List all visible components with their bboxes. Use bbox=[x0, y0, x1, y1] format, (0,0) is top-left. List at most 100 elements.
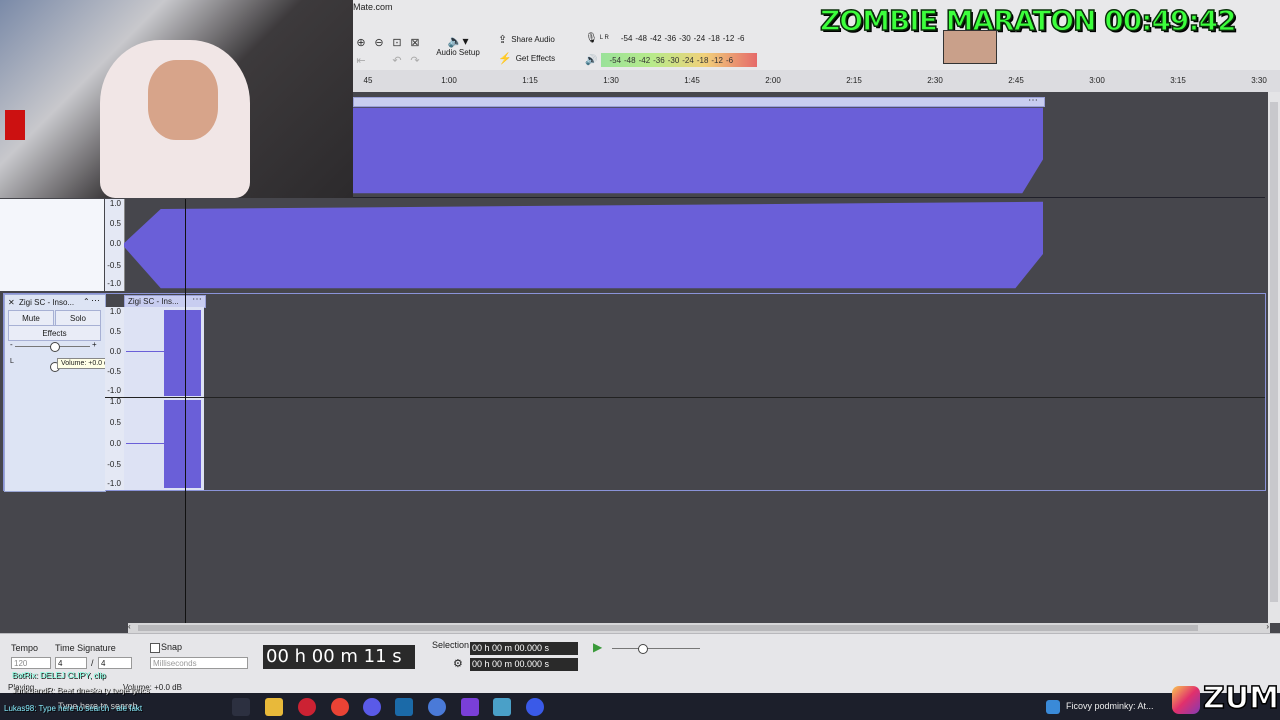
pan-left-label: L bbox=[10, 358, 14, 365]
meter-scale: -54 -48 -42 -36 -30 -24 -18 -12 -6 bbox=[621, 34, 745, 43]
zoom-in-icon[interactable]: ⊕ bbox=[353, 34, 369, 50]
ruler-tick: 3:30 bbox=[1251, 76, 1267, 85]
time-signature-label: Time Signature bbox=[55, 643, 116, 653]
zoom-out-icon[interactable]: ⊖ bbox=[371, 34, 387, 50]
playback-speed-handle[interactable] bbox=[638, 644, 648, 654]
speaker-meter-icon: 🔊 bbox=[585, 54, 598, 66]
steam-icon[interactable] bbox=[395, 698, 413, 716]
meter-tick: -42 bbox=[649, 33, 662, 43]
effects-button[interactable]: Effects bbox=[8, 325, 101, 341]
gain-slider-handle[interactable] bbox=[50, 342, 60, 352]
overlay-face-image bbox=[943, 30, 997, 64]
track-1-waveform-left[interactable] bbox=[353, 107, 1043, 194]
meter-channels: L R bbox=[599, 35, 609, 41]
share-audio-label: Share Audio bbox=[511, 35, 555, 44]
track-1-clip-header[interactable]: ⋯ bbox=[353, 95, 1045, 107]
ruler-tick: 2:15 bbox=[846, 76, 862, 85]
meter-tick: -36 bbox=[664, 33, 677, 43]
ruler-tick: 2:30 bbox=[927, 76, 943, 85]
axis-label: 0.0 bbox=[109, 239, 121, 248]
twitch-icon[interactable] bbox=[461, 698, 479, 716]
chat-message: BotRix: DELEJ CLIPY, clip bbox=[12, 671, 106, 680]
chat-message: Lukas98: Type here to search - ale fakt bbox=[4, 704, 143, 713]
empty-track-area[interactable] bbox=[0, 492, 1280, 622]
chrome-icon[interactable] bbox=[331, 698, 349, 716]
window-icon[interactable] bbox=[1046, 700, 1060, 714]
solo-button[interactable]: Solo bbox=[55, 310, 101, 326]
track-2-waveform-right[interactable] bbox=[164, 400, 201, 488]
ruler-tick: 2:00 bbox=[765, 76, 781, 85]
scroll-left-icon[interactable]: ‹ bbox=[128, 622, 131, 631]
meter-scale: -54 -48 -42 -36 -30 -24 -18 -12 -6 bbox=[609, 56, 733, 65]
channel-divider bbox=[105, 397, 1265, 398]
ruler-tick: 3:00 bbox=[1089, 76, 1105, 85]
clip-menu-icon[interactable]: ⋯ bbox=[192, 294, 202, 305]
red-light bbox=[5, 110, 25, 140]
track-2-waveform-left[interactable] bbox=[164, 310, 201, 396]
meter-tick: -12 bbox=[722, 33, 735, 43]
axis-label: 0.5 bbox=[109, 418, 121, 427]
meter-tick: -42 bbox=[638, 55, 651, 65]
meter-tick: -48 bbox=[635, 33, 647, 43]
timeline-ruler[interactable]: 45 1:00 1:15 1:30 1:45 2:00 2:15 2:30 2:… bbox=[353, 70, 1280, 93]
obs-icon[interactable] bbox=[428, 698, 446, 716]
file-explorer-icon[interactable] bbox=[265, 698, 283, 716]
audio-setup-button[interactable]: 🔈▾ Audio Setup bbox=[433, 34, 483, 70]
vertical-scrollbar[interactable] bbox=[1268, 92, 1280, 623]
trim-icon[interactable]: ⇤ bbox=[353, 52, 369, 68]
undo-icon[interactable]: ↶ bbox=[389, 52, 405, 68]
redo-icon[interactable]: ↷ bbox=[407, 52, 423, 68]
collapse-icon[interactable]: ⌃ bbox=[83, 297, 90, 306]
browser-icon[interactable] bbox=[363, 698, 381, 716]
axis-label: 0.5 bbox=[109, 219, 121, 228]
tempo-input[interactable]: 120 bbox=[11, 657, 51, 669]
microphone-icon: 🎙 bbox=[585, 32, 598, 44]
ts-denominator-select[interactable]: 4 bbox=[98, 657, 132, 669]
axis-label: 0.5 bbox=[109, 327, 121, 336]
axis-label: -1.0 bbox=[107, 479, 121, 488]
zombie-maraton-overlay: ZOMBIE MARATON 00:49:42 bbox=[819, 3, 1237, 38]
zoom-selection-icon[interactable]: ⊡ bbox=[389, 34, 405, 50]
track-2-silence-line bbox=[126, 351, 164, 352]
zoom-fit-icon[interactable]: ⊠ bbox=[407, 34, 423, 50]
snap-unit-select[interactable]: Milliseconds bbox=[150, 657, 248, 669]
opera-icon[interactable] bbox=[298, 698, 316, 716]
recording-meter[interactable]: 🎙 L R -54 -48 -42 -36 -30 -24 -18 -12 -6 bbox=[585, 31, 755, 45]
selection-start-field[interactable]: 00 h 00 m 00.000 s bbox=[470, 642, 578, 655]
ruler-tick: 1:45 bbox=[684, 76, 700, 85]
notepad-icon[interactable] bbox=[493, 698, 511, 716]
snap-checkbox[interactable] bbox=[150, 643, 160, 653]
track-1-control-panel bbox=[0, 199, 104, 291]
selection-settings-icon[interactable]: ⚙ bbox=[453, 657, 463, 670]
audacity-icon[interactable] bbox=[526, 698, 544, 716]
track-2-control-panel: ✕ Zigi SC - Inso... ⌃ ⋯ Mute Solo Effect… bbox=[4, 294, 117, 492]
axis-label: -0.5 bbox=[107, 261, 121, 270]
selection-end-field[interactable]: 00 h 00 m 00.000 s bbox=[470, 658, 578, 671]
playback-meter[interactable]: 🔊 -54 -48 -42 -36 -30 -24 -18 -12 -6 bbox=[585, 53, 757, 67]
clip-menu-icon[interactable]: ⋯ bbox=[1028, 95, 1038, 106]
track-menu-icon[interactable]: ⋯ bbox=[91, 295, 100, 306]
clip-name: Zigi SC - Ins... bbox=[128, 297, 179, 306]
share-audio-button[interactable]: ⇪ Share Audio bbox=[498, 33, 555, 46]
close-track-icon[interactable]: ✕ bbox=[8, 298, 15, 307]
track-name[interactable]: Zigi SC - Inso... bbox=[19, 298, 74, 307]
horizontal-scrollbar-thumb[interactable] bbox=[138, 625, 1198, 631]
play-at-speed-icon[interactable]: ▶ bbox=[593, 640, 602, 654]
ts-numerator-input[interactable]: 4 bbox=[55, 657, 87, 669]
meter-tick: -18 bbox=[696, 55, 709, 65]
webcam-overlay bbox=[0, 0, 353, 198]
axis-label: 1.0 bbox=[109, 307, 121, 316]
playhead-line[interactable] bbox=[185, 199, 186, 623]
meter-tick: -48 bbox=[624, 55, 636, 65]
horizontal-scrollbar[interactable]: ‹ › bbox=[128, 622, 1270, 633]
taskbar-window-title[interactable]: Ficovy podminky: At... bbox=[1066, 701, 1154, 711]
get-effects-button[interactable]: ⚡ Get Effects bbox=[498, 52, 555, 65]
time-display[interactable]: 00 h 00 m 11 s bbox=[263, 645, 415, 669]
playback-speed-slider[interactable] bbox=[612, 648, 700, 649]
mute-button[interactable]: Mute bbox=[8, 310, 54, 326]
get-effects-label: Get Effects bbox=[515, 54, 556, 63]
track-1-waveform-right[interactable] bbox=[124, 201, 1043, 289]
vertical-scrollbar-thumb[interactable] bbox=[1270, 102, 1278, 602]
meter-tick: -54 bbox=[620, 33, 633, 43]
scroll-right-icon[interactable]: › bbox=[1266, 622, 1269, 631]
